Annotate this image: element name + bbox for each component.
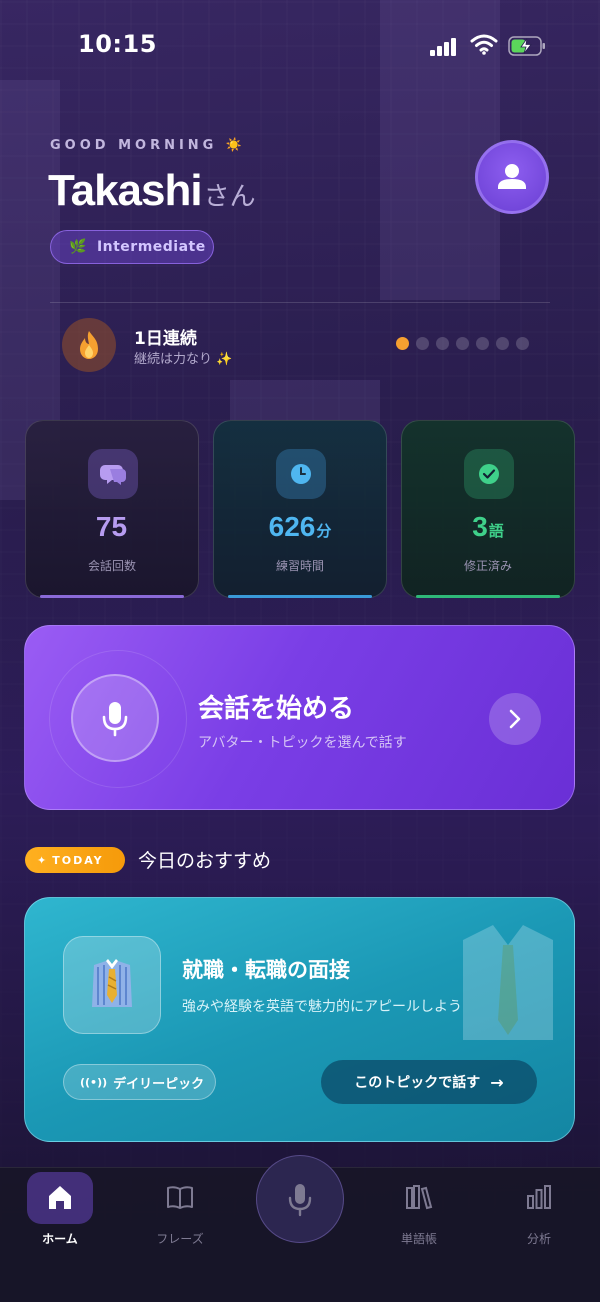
stat-label: 練習時間	[275, 559, 324, 573]
stat-value: 75	[95, 511, 128, 542]
stat-card-practice-time[interactable]: 626分 練習時間	[213, 420, 387, 598]
cta-arrow-button[interactable]	[489, 693, 541, 745]
streak-progress-dots	[396, 337, 546, 351]
necktie-shirt-watermark-icon	[463, 925, 553, 1040]
microphone-icon	[102, 702, 128, 737]
stat-card-conversations[interactable]: 75 会話回数	[25, 420, 199, 598]
cta-subtitle: アバター・トピックを選んで話す	[198, 735, 407, 751]
home-icon	[49, 1186, 71, 1209]
stat-label: 会話回数	[87, 559, 136, 573]
necktie-shirt-icon	[92, 959, 132, 1007]
profile-button[interactable]	[475, 140, 549, 214]
daily-pick-tag: ((•)) デイリーピック	[63, 1064, 216, 1100]
talk-about-topic-label: このトピックで話す	[354, 1075, 481, 1091]
greeting-text: GOOD MORNING	[50, 138, 218, 153]
stat-card-corrections[interactable]: 3語 修正済み	[401, 420, 575, 598]
streak-dot	[516, 337, 529, 350]
stat-accent-bar	[40, 595, 184, 598]
streak-dot	[456, 337, 469, 350]
streak-flame-badge	[62, 318, 116, 372]
center-microphone-button[interactable]	[256, 1155, 344, 1243]
level-text: Intermediate	[96, 239, 206, 255]
cellular-signal-icon	[430, 38, 458, 56]
level-badge: 🌿 Intermediate	[50, 230, 214, 264]
streak-dot	[476, 337, 489, 350]
tab-phrases[interactable]: フレーズ	[135, 1168, 225, 1248]
today-badge-text: TODAY	[52, 853, 104, 867]
chat-bubbles-icon	[88, 449, 138, 499]
bar-chart-icon	[527, 1185, 551, 1209]
streak-dot	[416, 337, 429, 350]
talk-about-topic-button[interactable]: このトピックで話す →	[321, 1060, 537, 1104]
chevron-right-icon	[509, 709, 521, 729]
microphone-button[interactable]	[71, 674, 159, 762]
tab-home[interactable]: ホーム	[15, 1168, 105, 1248]
cta-title: 会話を始める	[198, 694, 355, 724]
book-icon	[167, 1186, 193, 1209]
microphone-icon	[288, 1184, 312, 1217]
clock-icon	[276, 449, 326, 499]
tab-label: ホーム	[42, 1232, 78, 1246]
topic-description: 強みや経験を英語で魅力的にアピールしよう	[182, 999, 462, 1015]
topic-title: 就職・転職の面接	[182, 958, 350, 982]
status-time: 10:15	[78, 30, 157, 58]
streak-subtitle: 継続は力なり ✨	[134, 352, 233, 367]
tab-label: フレーズ	[156, 1232, 204, 1246]
stat-accent-bar	[228, 595, 372, 598]
recommended-topic-card[interactable]: 就職・転職の面接 強みや経験を英語で魅力的にアピールしよう ((•)) デイリー…	[24, 897, 575, 1142]
streak-dot	[436, 337, 449, 350]
streak-dot	[396, 337, 409, 350]
stat-label: 修正済み	[463, 559, 512, 573]
arrow-right-icon: →	[490, 1072, 504, 1092]
wifi-icon	[470, 34, 498, 55]
stat-value: 626分	[268, 511, 332, 542]
battery-charging-icon	[508, 36, 545, 56]
tab-analytics[interactable]: 分析	[494, 1168, 584, 1248]
user-name: Takashi	[48, 166, 203, 215]
tab-vocabulary[interactable]: 単語帳	[374, 1168, 464, 1248]
streak-title: 1日連続	[134, 329, 197, 349]
user-name-heading: Takashiさん	[48, 166, 256, 216]
check-circle-icon	[464, 449, 514, 499]
start-conversation-card[interactable]: 会話を始める アバター・トピックを選んで話す	[24, 625, 575, 810]
today-badge: ✦ TODAY	[25, 847, 125, 873]
broadcast-icon: ((•))	[80, 1075, 108, 1089]
stat-value: 3語	[472, 511, 504, 542]
sun-icon: ☀️	[225, 138, 243, 153]
flame-icon	[80, 331, 98, 359]
divider	[50, 302, 550, 303]
books-icon	[406, 1185, 433, 1210]
daily-pick-text: デイリーピック	[113, 1076, 205, 1092]
greeting-label: GOOD MORNING ☀️	[50, 138, 242, 153]
topic-icon-tile	[63, 936, 161, 1034]
sparkle-icon: ✦	[37, 853, 47, 867]
tab-label: 単語帳	[400, 1232, 437, 1246]
status-bar: 10:15	[0, 30, 600, 62]
streak-dot	[496, 337, 509, 350]
tab-label: 分析	[526, 1232, 551, 1246]
stat-accent-bar	[416, 595, 560, 598]
person-icon	[498, 164, 526, 189]
leaf-icon: 🌿	[69, 239, 87, 255]
honorific: さん	[203, 181, 256, 211]
today-section-title: 今日のおすすめ	[138, 850, 272, 872]
